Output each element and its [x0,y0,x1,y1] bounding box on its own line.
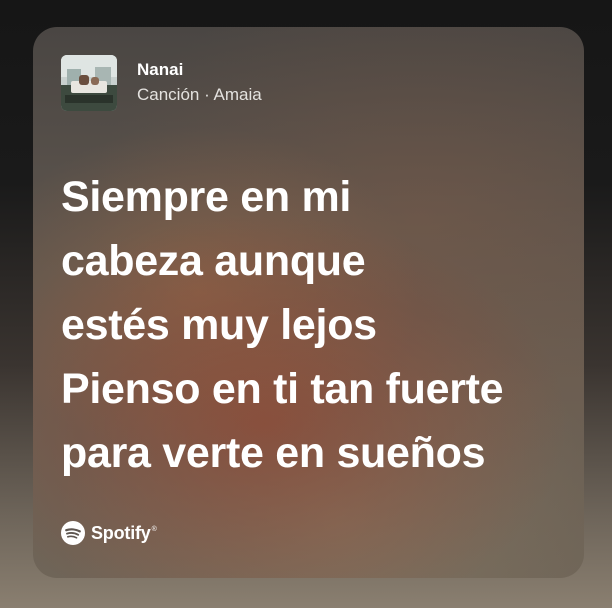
track-meta: Nanai Canción · Amaia [137,59,262,107]
track-header: Nanai Canción · Amaia [61,55,262,111]
spotify-brand: Spotify ® [61,521,157,545]
lyrics-share-card: Nanai Canción · Amaia Siempre en mi cabe… [33,27,584,578]
lyric-line: estés muy lejos [61,301,377,349]
lyric-line: para verte en sueños [61,429,486,477]
spotify-wordmark: Spotify [91,523,151,543]
song-subtitle: Canción · Amaia [137,85,262,104]
lyrics-block: Siempre en mi cabeza aunque estés muy le… [61,165,561,485]
album-cover-image [61,55,117,111]
album-cover-art [61,55,117,111]
song-title: Nanai [137,60,184,79]
lyric-line: cabeza aunque [61,237,366,285]
lyric-line: Siempre en mi [61,173,352,221]
trademark-symbol: ® [151,526,157,533]
lyric-line: Pienso en ti tan fuerte [61,365,504,413]
spotify-logo-icon [61,521,85,545]
